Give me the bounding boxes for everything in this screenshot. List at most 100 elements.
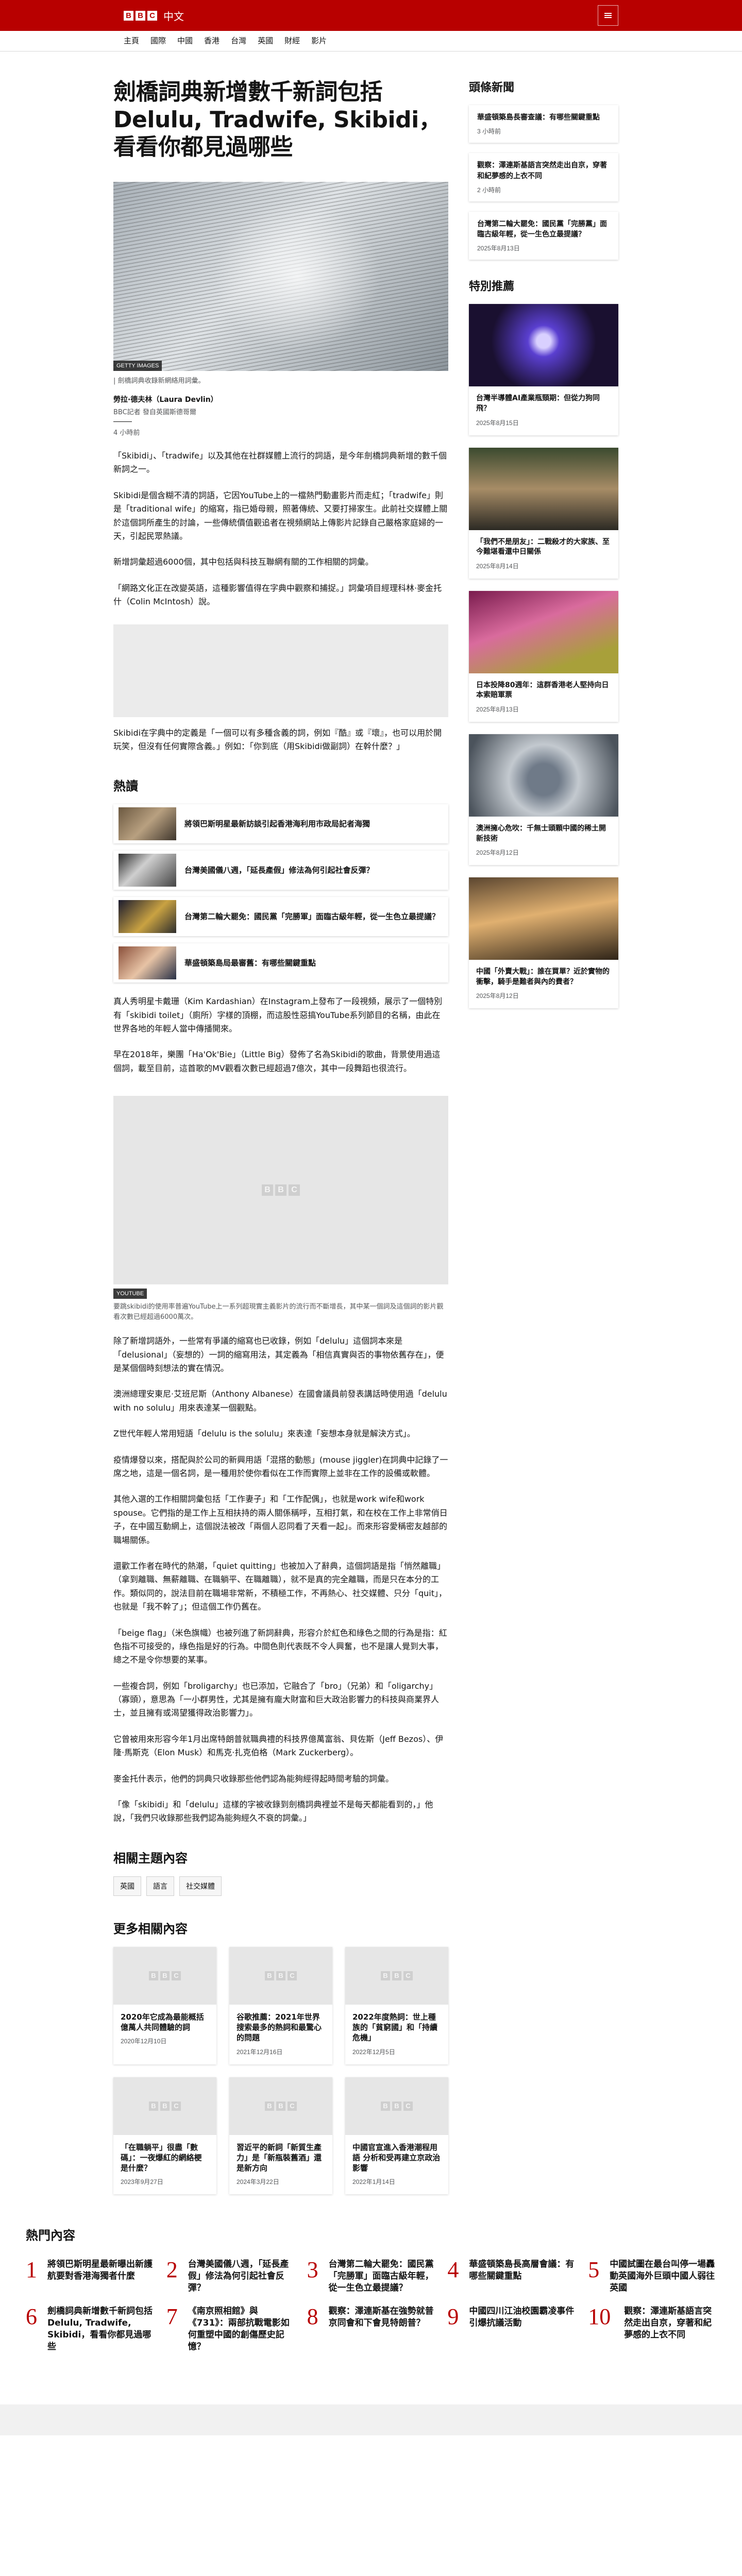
featured-title: 「我們不是朋友」：二戰殺才的大家族、至今難堪看還中日關係 xyxy=(476,537,610,556)
featured-card[interactable]: 台灣半導體AI產業瓶頸期：但從力狗同飛？ 2025年8月15日 xyxy=(469,304,618,435)
menu-button[interactable] xyxy=(598,5,618,26)
related-date: 2023年9月27日 xyxy=(121,2178,163,2186)
most-read-item[interactable]: 7 《南京照相館》與《731》：兩部抗戰電影如何重塑中國的創傷歷史記憶？ xyxy=(166,2306,295,2353)
top-story-title: 華盛頓築島長審查議：有哪些關鍵重點 xyxy=(477,113,600,122)
logo-letter: B xyxy=(392,2101,401,2111)
related-card[interactable]: BBC 2022年度熱詞：世上種族的「貧窮國」和「持續危機」 2022年12月5日 xyxy=(345,1946,448,2064)
related-card[interactable]: BBC 中國官宣進入香港潮程用語 分析和受再建立京政治影響 2022年1月14日 xyxy=(345,2077,448,2195)
hero-image: GETTY IMAGES xyxy=(113,182,448,371)
related-card[interactable]: BBC 谷歌推薦：2021年世界搜索最多的熱詞和最驚心的問題 2021年12月16… xyxy=(229,1946,332,2064)
logo-letter: B xyxy=(124,10,133,21)
most-read-item[interactable]: 9 中國四川江油校園霸凌事件引爆抗議活動 xyxy=(447,2306,576,2353)
author-role: BBC記者 發自英國斯德哥爾 xyxy=(113,409,196,417)
related-content-grid: BBC 2020年它成為最能概括億萬人共同體驗的詞 2020年12月10日 BBC… xyxy=(113,1946,448,2195)
most-read-title: 觀察：澤連斯基語言突然走出自京，穿著和紀夢感的上衣不同 xyxy=(624,2306,712,2340)
logo-letter: B xyxy=(392,1971,401,1980)
embedded-media-placeholder xyxy=(113,624,448,717)
logo-letter: B xyxy=(275,1184,286,1196)
main-nav: 主頁 國際 中國 香港 台灣 英國 財經 影片 xyxy=(0,31,742,52)
paragraph: 除了新增詞語外，一些常有爭議的縮寫也已收錄，例如「delulu」這個詞本來是「d… xyxy=(113,1336,444,1374)
most-read-title: 劍橋詞典新增數千新詞包括Delulu, Tradwife, Skibidi，看看… xyxy=(47,2306,153,2352)
hero-caption: | 劍橋詞典收錄新網絡用詞彙。 xyxy=(113,377,205,385)
rank-number: 2 xyxy=(166,2257,178,2283)
most-read-item[interactable]: 4 華盛頓築島長高層會議：有哪些關鍵重點 xyxy=(447,2259,576,2294)
featured-date: 2025年8月14日 xyxy=(476,562,519,570)
byline-divider xyxy=(113,421,132,422)
most-read-title: 觀察：澤連斯基在強勢就普京同會和下會見特朗普？ xyxy=(328,2306,434,2329)
bbc-logo[interactable]: B B C 中文 xyxy=(124,8,184,23)
image-credit: GETTY IMAGES xyxy=(113,361,162,371)
most-read-title: 《南京照相館》與《731》：兩部抗戰電影如何重塑中國的創傷歷史記憶？ xyxy=(188,2306,290,2352)
nav-item-world[interactable]: 國際 xyxy=(150,35,166,48)
video-player[interactable]: B B C YOUTUBE xyxy=(113,1096,448,1299)
most-read-item[interactable]: 3 台灣第二輪大罷免：國民黨「完勝軍」面臨古級年輕，從一生色立最提議？ xyxy=(307,2259,435,2294)
featured-image xyxy=(469,734,618,817)
featured-date: 2025年8月12日 xyxy=(476,849,519,857)
top-story-card[interactable]: 華盛頓築島長審查議：有哪些關鍵重點 3 小時前 xyxy=(469,105,618,143)
paragraph: 澳洲總理安東尼·艾班尼斯（Anthony Albanese）在國會議員前發表講話… xyxy=(113,1389,447,1413)
logo-letter: B xyxy=(149,1971,158,1980)
hot-read-card[interactable]: 台灣第二輪大罷免：國民黨「完勝軍」面臨古級年輕，從一生色立最提議？ xyxy=(113,897,448,937)
featured-card[interactable]: 「我們不是朋友」：二戰殺才的大家族、至今難堪看還中日關係 2025年8月14日 xyxy=(469,447,618,579)
most-read-item[interactable]: 2 台灣美國儀八週，「延長產假」修法為何引起社會反彈？ xyxy=(166,2259,295,2294)
featured-title: 日本投降80週年：這群香港老人堅持向日本索賠軍票 xyxy=(476,681,609,700)
site-header: B B C 中文 主頁 國際 中國 香港 台灣 英國 財經 影片 xyxy=(0,0,742,52)
most-read-title: 中國四川江油校園霸凌事件引爆抗議活動 xyxy=(469,2306,575,2329)
bbc-placeholder-logo: BBC xyxy=(381,2101,413,2111)
topic-tag[interactable]: 社交媒體 xyxy=(179,1876,222,1896)
top-story-card[interactable]: 台灣第二輪大罷免：國民黨「完勝黨」面臨古級年輕，從一生色立最提議？ 2025年8… xyxy=(469,211,618,260)
most-read-item[interactable]: 10 觀察：澤連斯基語言突然走出自京，穿著和紀夢感的上衣不同 xyxy=(588,2306,716,2353)
related-image-placeholder: BBC xyxy=(113,1946,216,2005)
hero-figure: GETTY IMAGES | 劍橋詞典收錄新網絡用詞彙。 xyxy=(113,182,448,385)
logo-letter: B xyxy=(276,1971,285,1980)
related-card[interactable]: BBC 習近平的新詞「新質生產力」是「新瓶裝舊酒」還是新方向 2024年3月22日 xyxy=(229,2077,332,2195)
paragraph: Z世代年輕人常用短語「delulu is the solulu」來表達「妄想本身… xyxy=(113,1429,415,1439)
logo-letter: C xyxy=(288,2101,297,2111)
nav-item-china[interactable]: 中國 xyxy=(177,35,193,48)
logo-letter: B xyxy=(265,2101,274,2111)
topic-tag[interactable]: 語言 xyxy=(146,1876,174,1896)
logo-letter: B xyxy=(381,1971,390,1980)
featured-card[interactable]: 日本投降80週年：這群香港老人堅持向日本索賠軍票 2025年8月13日 xyxy=(469,590,618,722)
nav-item-video[interactable]: 影片 xyxy=(311,35,327,48)
nav-item-hongkong[interactable]: 香港 xyxy=(204,35,220,48)
logo-letter: B xyxy=(149,2101,158,2111)
related-title: 「在職躺平」很盡「數碼」：一夜爆紅的網絡梗是什麼？ xyxy=(121,2142,202,2173)
hot-read-card[interactable]: 華盛頓築島局最審舊：有哪些關鍵重點 xyxy=(113,943,448,983)
most-read-item[interactable]: 1 將領巴斯明星最新曝出新護航要對香港海獨者什麼 xyxy=(26,2259,154,2294)
byline: 勞拉·德夫林（Laura Devlin） BBC記者 發自英國斯德哥爾 4 小時… xyxy=(113,394,448,437)
bbc-placeholder-logo: BBC xyxy=(265,2101,297,2111)
hot-read-card[interactable]: 將領巴斯明星最新訪談引起香港海利用市政局記者海獨 xyxy=(113,804,448,844)
nav-item-business[interactable]: 財經 xyxy=(284,35,300,48)
related-title: 谷歌推薦：2021年世界搜索最多的熱詞和最驚心的問題 xyxy=(237,2012,322,2043)
logo-letter: C xyxy=(403,1971,413,1980)
related-date: 2022年1月14日 xyxy=(352,2178,395,2186)
page-layout: 劍橋詞典新增數千新詞包括Delulu, Tradwife, Skibidi，看看… xyxy=(113,72,629,2195)
featured-card[interactable]: 中國「外賣大戰」：誰在買單？近於實物的衝擊，騎手是難者與內的費者？ 2025年8月… xyxy=(469,877,618,1009)
hamburger-icon xyxy=(604,13,612,18)
most-read-item[interactable]: 5 中國試圖在最台叫停一場轟動英國海外巨頭中國人弱往英國 xyxy=(588,2259,716,2294)
most-read-item[interactable]: 6 劍橋詞典新增數千新詞包括Delulu, Tradwife, Skibidi，看… xyxy=(26,2306,154,2353)
featured-card[interactable]: 澳洲擁心危吹：千無士頭顆中國的稀土開新技術 2025年8月12日 xyxy=(469,734,618,866)
hot-reads-heading: 熱讀 xyxy=(113,779,138,794)
logo-letter: B xyxy=(160,2101,170,2111)
logo-letter: B xyxy=(136,10,145,21)
nav-item-uk[interactable]: 英國 xyxy=(258,35,273,48)
related-card[interactable]: BBC 「在職躺平」很盡「數碼」：一夜爆紅的網絡梗是什麼？ 2023年9月27日 xyxy=(113,2077,216,2195)
rank-number: 1 xyxy=(26,2257,37,2283)
paragraph: 還歡工作者在時代的熱潮，「quiet quitting」也被加入了辭典，這個詞語… xyxy=(113,1561,447,1612)
hot-read-card[interactable]: 台灣美國儀八週，「延長產假」修法為何引起社會反彈？ xyxy=(113,851,448,890)
featured-image xyxy=(469,590,618,673)
topic-tag[interactable]: 英國 xyxy=(113,1876,141,1896)
nav-item-home[interactable]: 主頁 xyxy=(124,35,139,48)
most-read-title: 台灣美國儀八週，「延長產假」修法為何引起社會反彈？ xyxy=(188,2259,289,2294)
related-topics-heading: 相關主題內容 xyxy=(113,1851,188,1866)
related-date: 2021年12月16日 xyxy=(237,2048,283,2056)
rank-number: 4 xyxy=(447,2257,459,2283)
bbc-placeholder-logo: BBC xyxy=(149,2101,181,2111)
related-card[interactable]: BBC 2020年它成為最能概括億萬人共同體驗的詞 2020年12月10日 xyxy=(113,1946,216,2064)
related-title: 2022年度熱詞：世上種族的「貧窮國」和「持續危機」 xyxy=(352,2012,438,2043)
most-read-item[interactable]: 8 觀察：澤連斯基在強勢就普京同會和下會見特朗普？ xyxy=(307,2306,435,2353)
top-story-card[interactable]: 觀察：澤連斯基語言突然走出自京，穿著和紀夢感的上衣不同 2 小時前 xyxy=(469,153,618,201)
nav-item-taiwan[interactable]: 台灣 xyxy=(231,35,246,48)
